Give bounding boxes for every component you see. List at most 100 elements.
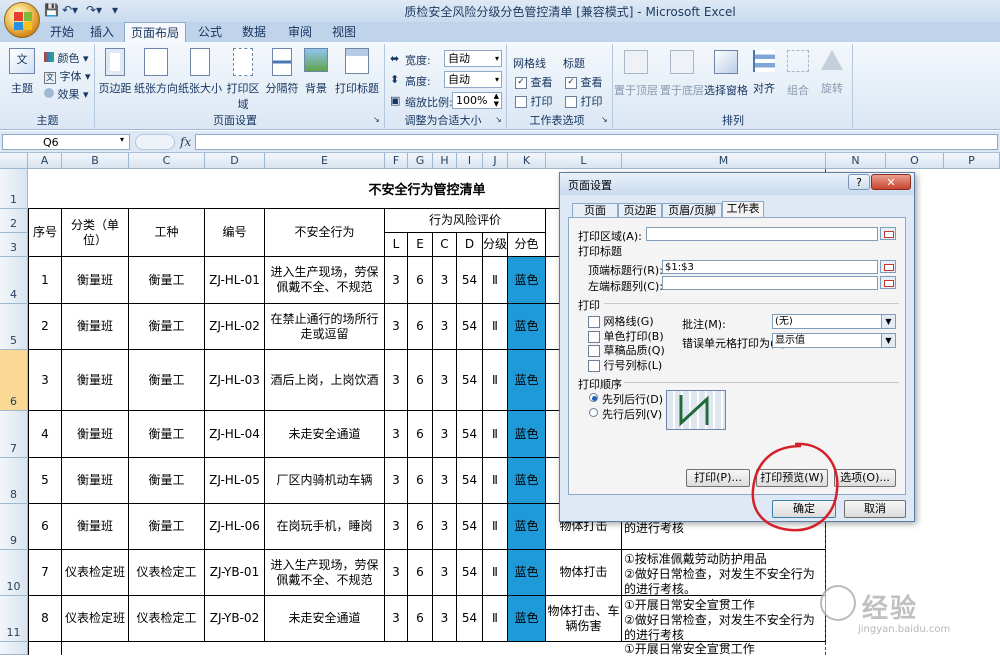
table-cell-D[interactable]: 54 bbox=[457, 550, 483, 596]
header-no[interactable]: 序号 bbox=[28, 209, 62, 257]
table-cell-D[interactable]: 54 bbox=[457, 411, 483, 458]
table-cell-job[interactable]: 衡量工 bbox=[129, 350, 205, 411]
table-cell-behavior[interactable]: 进入生产现场，劳保佩戴不全、不规范 bbox=[265, 550, 385, 596]
qat-customize-icon[interactable]: ▾ bbox=[112, 3, 118, 19]
rows-repeat-field[interactable]: $1:$3 bbox=[662, 260, 878, 274]
close-icon[interactable]: ✕ bbox=[871, 174, 911, 190]
header-behavior[interactable]: 不安全行为 bbox=[265, 209, 385, 257]
table-cell-level[interactable]: Ⅱ bbox=[483, 257, 508, 304]
print-button[interactable]: 打印(P)... bbox=[686, 469, 750, 487]
table-cell-D[interactable]: 54 bbox=[457, 596, 483, 642]
theme-colors-button[interactable]: 颜色 ▾ bbox=[44, 50, 89, 66]
table-cell-E[interactable]: 6 bbox=[408, 550, 433, 596]
table-cell-C[interactable]: 3 bbox=[433, 596, 457, 642]
chevron-down-icon[interactable]: ▾ bbox=[120, 135, 124, 144]
header-E[interactable]: E bbox=[408, 233, 433, 257]
table-cell-no[interactable]: 2 bbox=[28, 304, 62, 350]
column-header[interactable]: F bbox=[385, 153, 408, 169]
sheet-options-launcher-icon[interactable]: ↘ bbox=[601, 115, 608, 124]
headings-checkbox[interactable]: 行号列标(L) bbox=[588, 357, 662, 373]
column-header[interactable]: L bbox=[546, 153, 622, 169]
order-down-radio[interactable] bbox=[589, 393, 598, 402]
table-cell-code[interactable]: ZJ-HL-05 bbox=[205, 458, 265, 504]
dialog-tab-sheet[interactable]: 工作表 bbox=[722, 201, 764, 218]
headings-print-checkbox[interactable]: 打印 bbox=[565, 93, 603, 109]
formula-bar-expand-icon[interactable] bbox=[135, 134, 175, 150]
table-cell-category[interactable]: 衡量班 bbox=[62, 304, 129, 350]
row-header[interactable]: 11 bbox=[0, 596, 28, 642]
table-cell-color[interactable]: 蓝色 bbox=[508, 257, 546, 304]
theme-effects-button[interactable]: 效果 ▾ bbox=[44, 86, 89, 102]
table-cell-C[interactable]: 3 bbox=[433, 304, 457, 350]
tab-insert[interactable]: 插入 bbox=[84, 22, 120, 42]
table-cell-code[interactable]: ZJ-HL-01 bbox=[205, 257, 265, 304]
send-back-button[interactable]: 置于底层 bbox=[660, 50, 704, 98]
align-button[interactable]: 对齐 bbox=[750, 50, 778, 96]
header-code[interactable]: 编号 bbox=[205, 209, 265, 257]
table-cell-C[interactable]: 3 bbox=[433, 350, 457, 411]
theme-fonts-button[interactable]: 文 字体 ▾ bbox=[44, 68, 91, 84]
draft-checkbox[interactable]: 草稿品质(Q) bbox=[588, 342, 665, 358]
column-header[interactable]: H bbox=[433, 153, 457, 169]
table-cell-L[interactable]: 3 bbox=[385, 257, 408, 304]
row-header[interactable]: 9 bbox=[0, 504, 28, 550]
table-cell-no[interactable]: 1 bbox=[28, 257, 62, 304]
gridlines-checkbox[interactable]: 网格线(G) bbox=[588, 313, 654, 329]
column-header[interactable]: M bbox=[622, 153, 826, 169]
group-objects-button[interactable]: 组合 bbox=[784, 50, 812, 98]
table-cell-E[interactable]: 6 bbox=[408, 596, 433, 642]
table-cell-category[interactable]: 衡量班 bbox=[62, 411, 129, 458]
table-cell-color[interactable]: 蓝色 bbox=[508, 304, 546, 350]
table-cell-no[interactable]: 4 bbox=[28, 411, 62, 458]
background-button[interactable]: 背景 bbox=[300, 48, 332, 96]
header-D[interactable]: D bbox=[457, 233, 483, 257]
table-cell-hazard[interactable]: 物体打击、车辆伤害 bbox=[546, 596, 622, 642]
errors-select[interactable]: 显示值 ▼ bbox=[772, 333, 896, 348]
print-area-button[interactable]: 打印区域 bbox=[222, 48, 264, 112]
table-cell-category[interactable]: 衡量班 bbox=[62, 458, 129, 504]
office-button[interactable] bbox=[4, 2, 40, 38]
table-cell-D[interactable]: 54 bbox=[457, 304, 483, 350]
table-cell-behavior[interactable]: 在岗玩手机，睡岗 bbox=[265, 504, 385, 550]
table-cell-color[interactable]: 蓝色 bbox=[508, 596, 546, 642]
table-cell-color[interactable]: 蓝色 bbox=[508, 550, 546, 596]
row-header-selected[interactable]: 6 bbox=[0, 350, 28, 411]
table-cell-category[interactable]: 仪表检定班 bbox=[62, 596, 129, 642]
table-cell-D[interactable]: 54 bbox=[457, 257, 483, 304]
row-header[interactable]: 8 bbox=[0, 458, 28, 504]
column-header[interactable]: J bbox=[483, 153, 508, 169]
width-combo[interactable]: 自动 ▾ bbox=[444, 50, 502, 67]
table-cell-L[interactable]: 3 bbox=[385, 596, 408, 642]
table-cell-C[interactable]: 3 bbox=[433, 411, 457, 458]
table-cell-level[interactable]: Ⅱ bbox=[483, 504, 508, 550]
table-cell-L[interactable]: 3 bbox=[385, 504, 408, 550]
tab-review[interactable]: 审阅 bbox=[282, 22, 318, 42]
dialog-tab-header-footer[interactable]: 页眉/页脚 bbox=[662, 203, 722, 218]
header-category[interactable]: 分类（单位） bbox=[62, 209, 129, 257]
header-job[interactable]: 工种 bbox=[129, 209, 205, 257]
height-combo[interactable]: 自动 ▾ bbox=[444, 71, 502, 88]
table-cell-D[interactable]: 54 bbox=[457, 350, 483, 411]
page-setup-launcher-icon[interactable]: ↘ bbox=[373, 115, 380, 124]
table-cell-color[interactable]: 蓝色 bbox=[508, 350, 546, 411]
row-header[interactable]: 2 bbox=[0, 209, 28, 233]
partial-measure-text[interactable]: ①开展日常安全宣贯工作 bbox=[624, 640, 755, 657]
table-cell-C[interactable]: 3 bbox=[433, 257, 457, 304]
table-cell-level[interactable]: Ⅱ bbox=[483, 550, 508, 596]
table-cell-no[interactable]: 6 bbox=[28, 504, 62, 550]
table-cell-measure[interactable]: ①按标准佩戴劳动防护用品 ②做好日常检查，对发生不安全行为的进行考核。 bbox=[622, 550, 826, 596]
header-C[interactable]: C bbox=[433, 233, 457, 257]
table-cell-color[interactable]: 蓝色 bbox=[508, 458, 546, 504]
help-button[interactable]: ? bbox=[848, 174, 870, 190]
table-cell-D[interactable]: 54 bbox=[457, 458, 483, 504]
table-cell-D[interactable]: 54 bbox=[457, 504, 483, 550]
column-header[interactable]: C bbox=[129, 153, 205, 169]
table-cell-level[interactable]: Ⅱ bbox=[483, 596, 508, 642]
table-cell-job[interactable]: 衡量工 bbox=[129, 458, 205, 504]
column-header[interactable]: P bbox=[944, 153, 1000, 169]
table-cell-category[interactable]: 仪表检定班 bbox=[62, 550, 129, 596]
table-cell-L[interactable]: 3 bbox=[385, 304, 408, 350]
print-titles-button[interactable]: 打印标题 bbox=[332, 48, 382, 96]
headings-view-checkbox[interactable]: ✓ 查看 bbox=[565, 74, 603, 90]
gridlines-view-checkbox[interactable]: ✓ 查看 bbox=[515, 74, 553, 90]
